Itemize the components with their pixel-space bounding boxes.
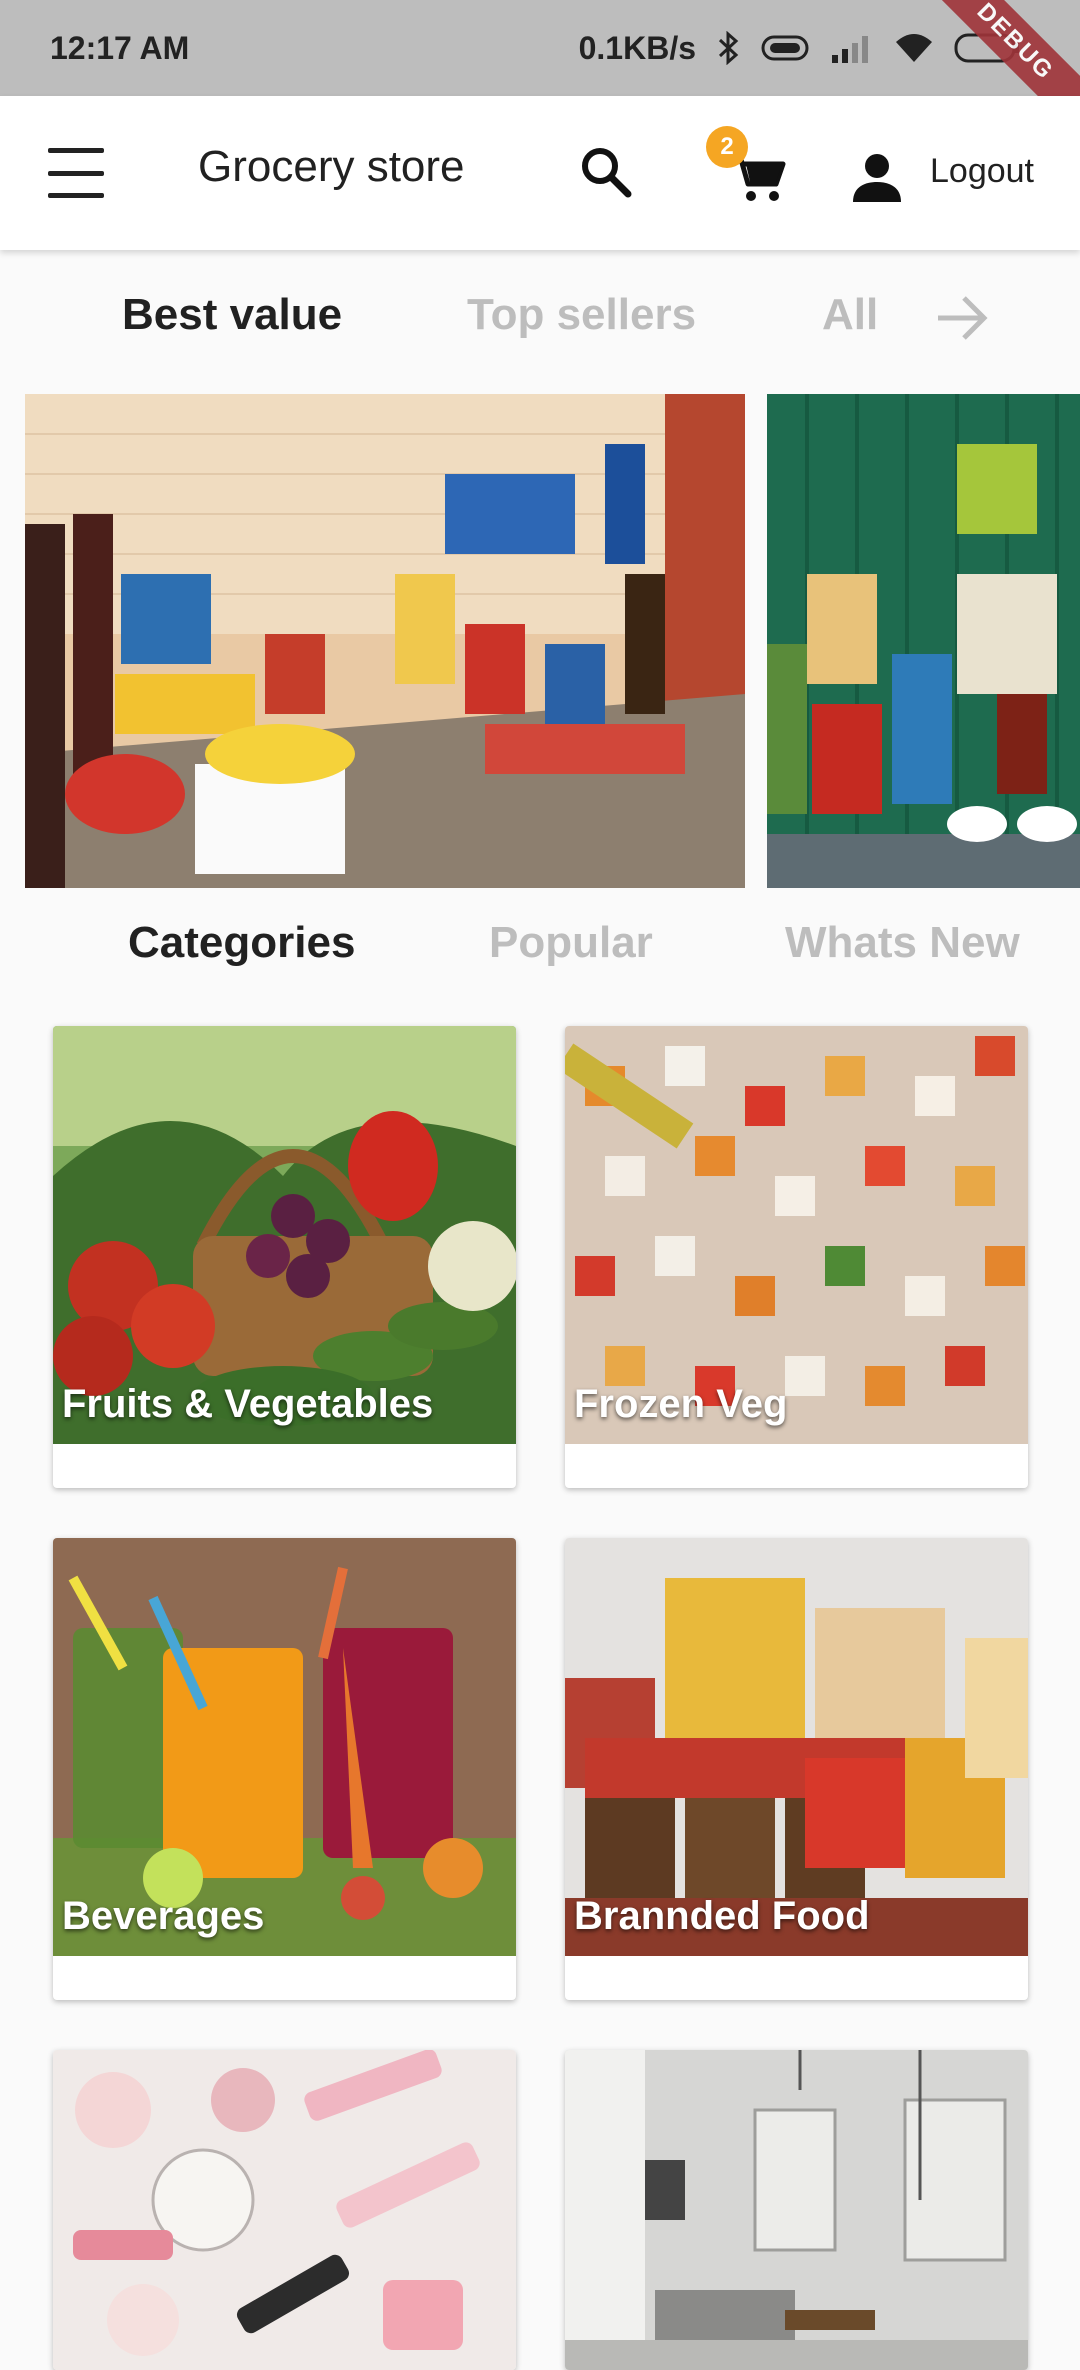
category-card-beverages[interactable]: Beverages <box>53 1538 516 2000</box>
app-bar: Grocery store 2 Logout <box>0 96 1080 250</box>
logout-button[interactable]: Logout <box>930 152 1034 191</box>
signal-icon <box>830 33 874 63</box>
menu-icon[interactable] <box>48 148 104 198</box>
tab-whats-new[interactable]: Whats New <box>785 918 1020 968</box>
app-title: Grocery store <box>198 142 465 191</box>
category-card-frozen-veg[interactable]: Frozen Veg <box>565 1026 1028 1488</box>
banner-image-grocery-counter[interactable] <box>25 394 745 888</box>
arrow-right-icon[interactable] <box>932 290 992 346</box>
tab-categories[interactable]: Categories <box>128 918 355 968</box>
category-card-cosmetics[interactable] <box>53 2050 516 2370</box>
status-icons: 0.1KB/s <box>579 0 1020 96</box>
category-card-home[interactable] <box>565 2050 1028 2370</box>
network-speed: 0.1KB/s <box>578 29 696 66</box>
status-time: 12:17 AM <box>50 29 190 66</box>
top-tab-bar: Best value Top sellers All <box>0 290 1080 350</box>
category-label: Brannded Food <box>574 1894 870 1938</box>
tab-top-sellers[interactable]: Top sellers <box>467 290 696 340</box>
category-label: Frozen Veg <box>574 1382 788 1426</box>
category-label: Beverages <box>62 1894 265 1938</box>
category-card-brannded-food[interactable]: Brannded Food <box>565 1538 1028 2000</box>
user-icon <box>850 150 904 204</box>
status-bar: 12:17 AM 0.1KB/s DEBUG <box>0 0 1080 154</box>
bluetooth-icon <box>716 31 740 65</box>
category-tab-bar: Categories Popular Whats New <box>0 918 1080 978</box>
category-image <box>53 2050 516 2370</box>
wifi-icon <box>894 32 934 64</box>
search-icon[interactable] <box>578 144 634 200</box>
category-label: Fruits & Vegetables <box>62 1382 434 1426</box>
tab-best-value[interactable]: Best value <box>122 290 342 340</box>
vibrate-icon <box>760 33 810 63</box>
banner-image-grocery-products[interactable] <box>767 394 1080 888</box>
category-image <box>565 2050 1028 2370</box>
category-card-fruits-vegetables[interactable]: Fruits & Vegetables <box>53 1026 516 1488</box>
tab-all[interactable]: All <box>822 290 878 340</box>
cart-count-badge: 2 <box>706 126 748 168</box>
tab-popular[interactable]: Popular <box>489 918 653 968</box>
